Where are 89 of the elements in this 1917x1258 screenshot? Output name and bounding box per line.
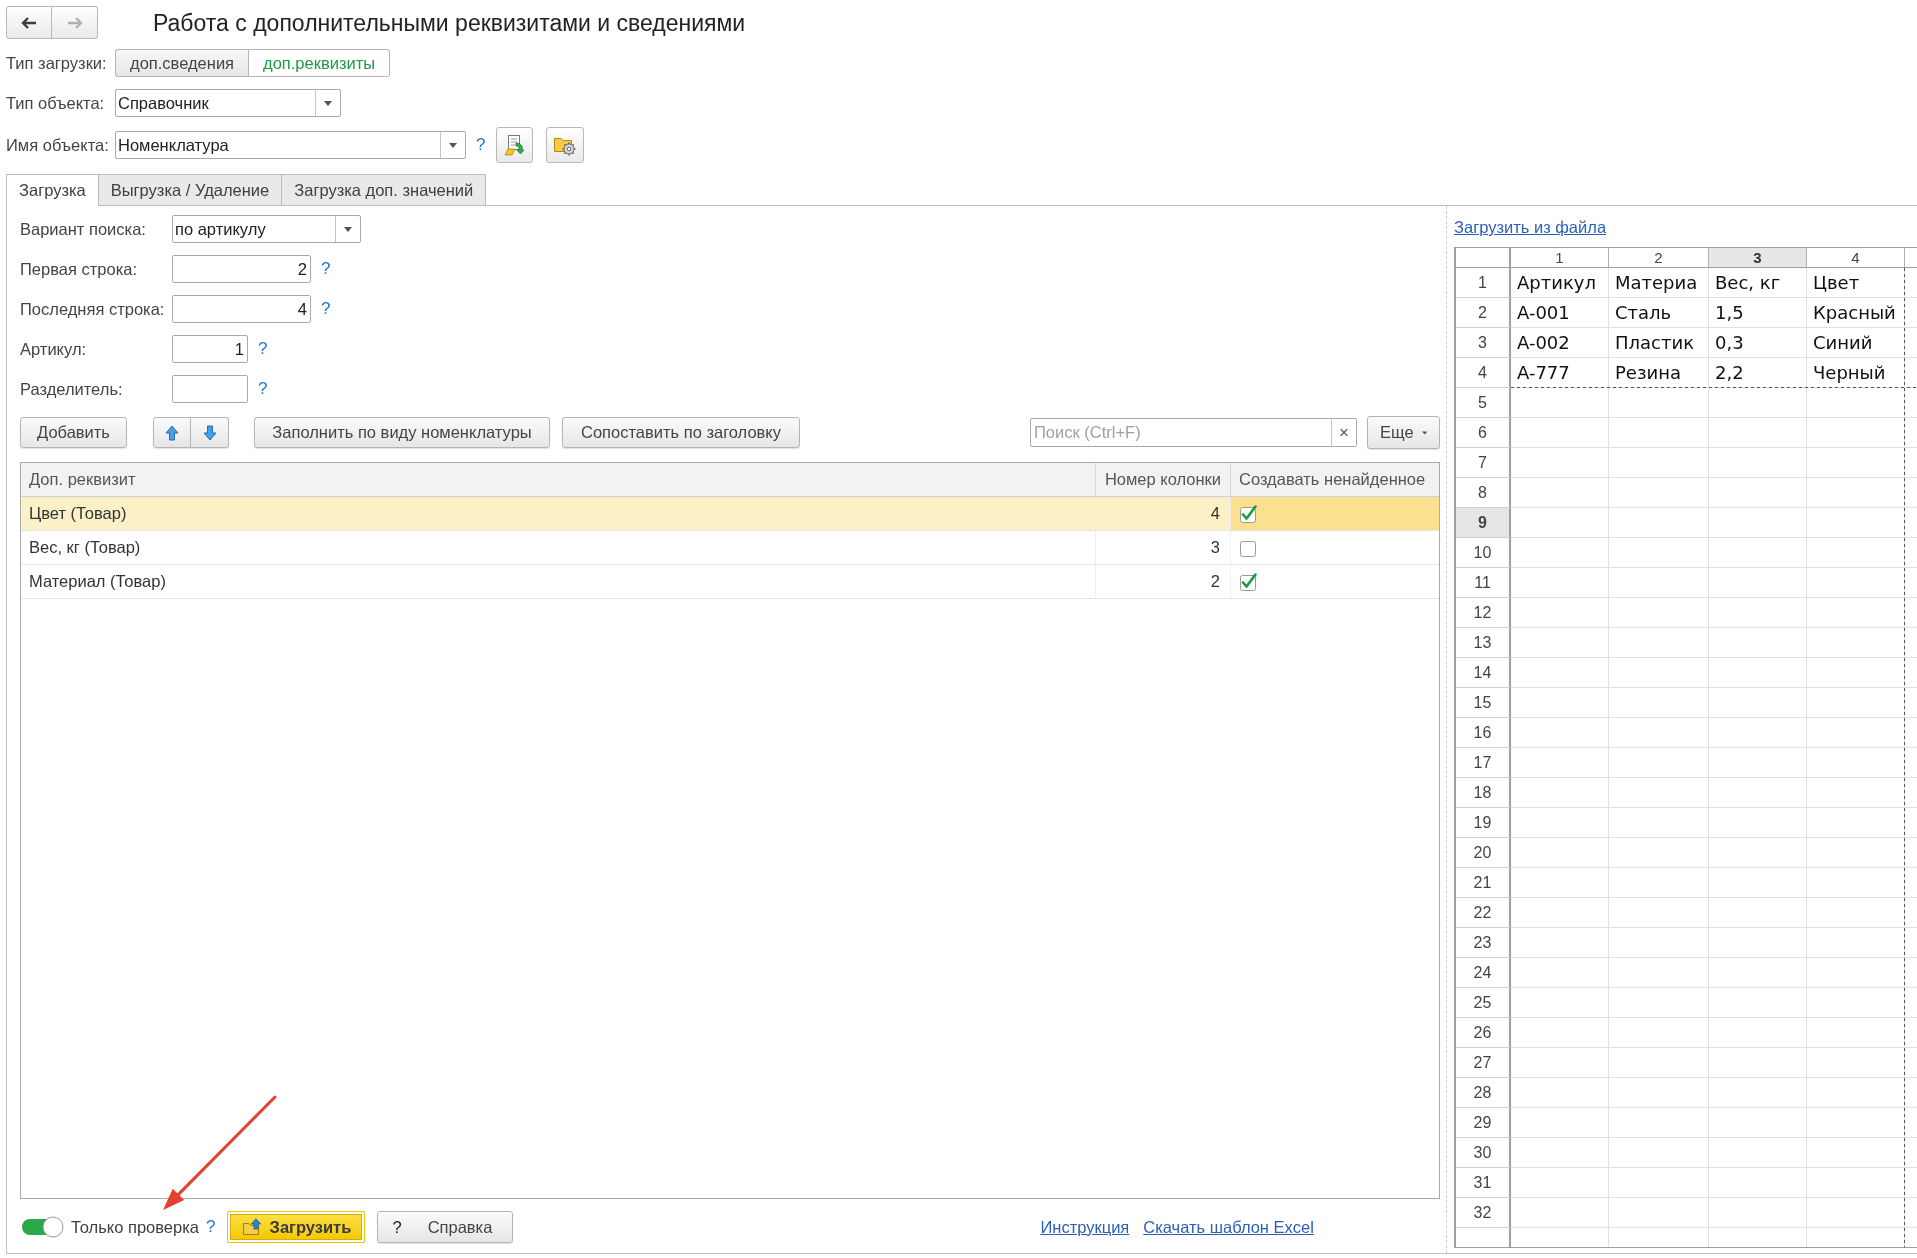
search-field[interactable]: Поиск (Ctrl+F): [1030, 418, 1332, 447]
caret-icon: [449, 142, 457, 148]
last-row-field[interactable]: 4: [172, 295, 311, 323]
match-button[interactable]: Сопоставить по заголовку: [562, 417, 800, 448]
field-label: Тип объекта:: [6, 93, 106, 113]
caret-icon: [344, 226, 352, 232]
sheet-cell-text: Вес, кг: [1714, 271, 1782, 295]
table-row[interactable]: Материал (Товар) 2: [21, 565, 1439, 599]
load-type-option[interactable]: доп.реквизиты: [248, 49, 391, 77]
sheet-cell-text: Пластик: [1614, 331, 1696, 355]
sheet-cell-text: Красный: [1812, 301, 1897, 325]
column-header[interactable]: 3: [1709, 248, 1807, 267]
help-link[interactable]: ?: [321, 299, 331, 319]
sheet-cell-text: Цвет: [1812, 271, 1861, 295]
column-header[interactable]: Номер колонки: [1095, 463, 1230, 496]
field-label: Первая строка:: [20, 259, 138, 279]
separator-field[interactable]: [172, 375, 248, 403]
load-button[interactable]: Загрузить: [227, 1211, 366, 1243]
load-type-option[interactable]: доп.сведения: [115, 49, 249, 77]
field-label: Разделитель:: [20, 379, 124, 399]
help-link[interactable]: ?: [476, 135, 486, 155]
help-button[interactable]: ? Справка: [377, 1211, 514, 1243]
link[interactable]: Инструкция: [1040, 1217, 1130, 1237]
document-arrow-icon: [503, 134, 526, 156]
table-cell: 3: [1095, 531, 1230, 564]
field-label: Тип загрузки:: [6, 53, 108, 73]
row-header[interactable]: 9: [1456, 508, 1511, 538]
import-button[interactable]: [496, 127, 534, 163]
search-variant-dropdown[interactable]: по артикулу: [172, 215, 361, 243]
arrow-left-icon: [21, 16, 37, 29]
column-header[interactable]: 4: [1807, 248, 1905, 267]
field-label: Последняя строка:: [20, 299, 166, 319]
help-link[interactable]: ?: [258, 379, 268, 399]
move-up-button[interactable]: [153, 417, 191, 448]
table-row[interactable]: Вес, кг (Товар) 3: [21, 531, 1439, 565]
table-cell-text: Вес, кг (Товар): [28, 537, 142, 558]
sheet-cell-text: Резина: [1614, 361, 1682, 385]
sheet-cell-text: 0,3: [1714, 331, 1745, 355]
object-type-dropdown[interactable]: Справочник: [115, 89, 341, 117]
sheet-cell-text: Черный: [1812, 361, 1887, 385]
help-link[interactable]: ?: [258, 339, 268, 359]
help-link[interactable]: ?: [321, 259, 331, 279]
checkbox[interactable]: [1239, 504, 1257, 523]
arrow-down-icon: [202, 424, 217, 441]
tab[interactable]: Загрузка: [6, 174, 99, 206]
fill-button[interactable]: Заполнить по виду номенклатуры: [254, 417, 550, 448]
settings-button[interactable]: [546, 127, 585, 163]
checkbox[interactable]: [1239, 538, 1257, 557]
field-label: Имя объекта:: [6, 135, 110, 155]
column-header[interactable]: 1: [1511, 248, 1609, 267]
load-from-file-link[interactable]: Загрузить из файла: [1454, 218, 1607, 236]
toggle-switch[interactable]: [22, 1216, 64, 1238]
caret-icon: [1421, 430, 1427, 435]
sheet-cell-text: Артикул: [1516, 271, 1597, 295]
window-title: Работа с дополнительными реквизитами и сведениями: [153, 8, 746, 37]
checkbox[interactable]: [1239, 572, 1257, 591]
tab[interactable]: Загрузка доп. значений: [281, 174, 487, 205]
field-label: Вариант поиска:: [20, 219, 147, 239]
column-header[interactable]: Создавать ненайденное: [1230, 463, 1439, 496]
object-name-dropdown[interactable]: Номенклатура: [115, 131, 466, 159]
more-button[interactable]: Еще: [1367, 416, 1440, 449]
arrow-right-icon: [66, 16, 83, 29]
move-down-button[interactable]: [191, 417, 229, 448]
help-link[interactable]: ?: [206, 1217, 216, 1237]
arrow-up-icon: [165, 424, 179, 441]
toggle-label: Только проверка: [71, 1217, 199, 1237]
sheet-cell-text: 1,5: [1714, 301, 1745, 325]
table-cell-text: Цвет (Товар): [28, 503, 128, 524]
table-cell-text: Материал (Товар): [28, 571, 167, 592]
field-label: Артикул:: [20, 339, 88, 359]
sheet-cell-text: Сталь: [1614, 301, 1673, 325]
sheet-cell-text: Материа: [1614, 271, 1699, 295]
sheet-cell-text: A-001: [1516, 301, 1571, 325]
back-button[interactable]: [6, 6, 52, 39]
sheet-cell-text: 2,2: [1714, 361, 1745, 385]
sheet-cell-text: A-002: [1516, 331, 1571, 355]
link[interactable]: Скачать шаблон Excel: [1143, 1217, 1314, 1237]
sheet-cell-text: A-777: [1516, 361, 1571, 385]
column-header[interactable]: Доп. реквизит: [21, 463, 1095, 496]
first-row-field[interactable]: 2: [172, 255, 311, 283]
caret-icon: [324, 100, 332, 106]
tab[interactable]: Выгрузка / Удаление: [97, 174, 283, 205]
article-column-field[interactable]: 1: [172, 335, 248, 363]
add-button[interactable]: Добавить: [20, 417, 127, 448]
folder-arrow-icon: [241, 1218, 262, 1236]
table-row[interactable]: Цвет (Товар) 4: [21, 497, 1439, 531]
clear-button[interactable]: ×: [1331, 418, 1357, 447]
sheet-cell-text: Синий: [1812, 331, 1874, 355]
table-cell: 2: [1095, 565, 1230, 598]
